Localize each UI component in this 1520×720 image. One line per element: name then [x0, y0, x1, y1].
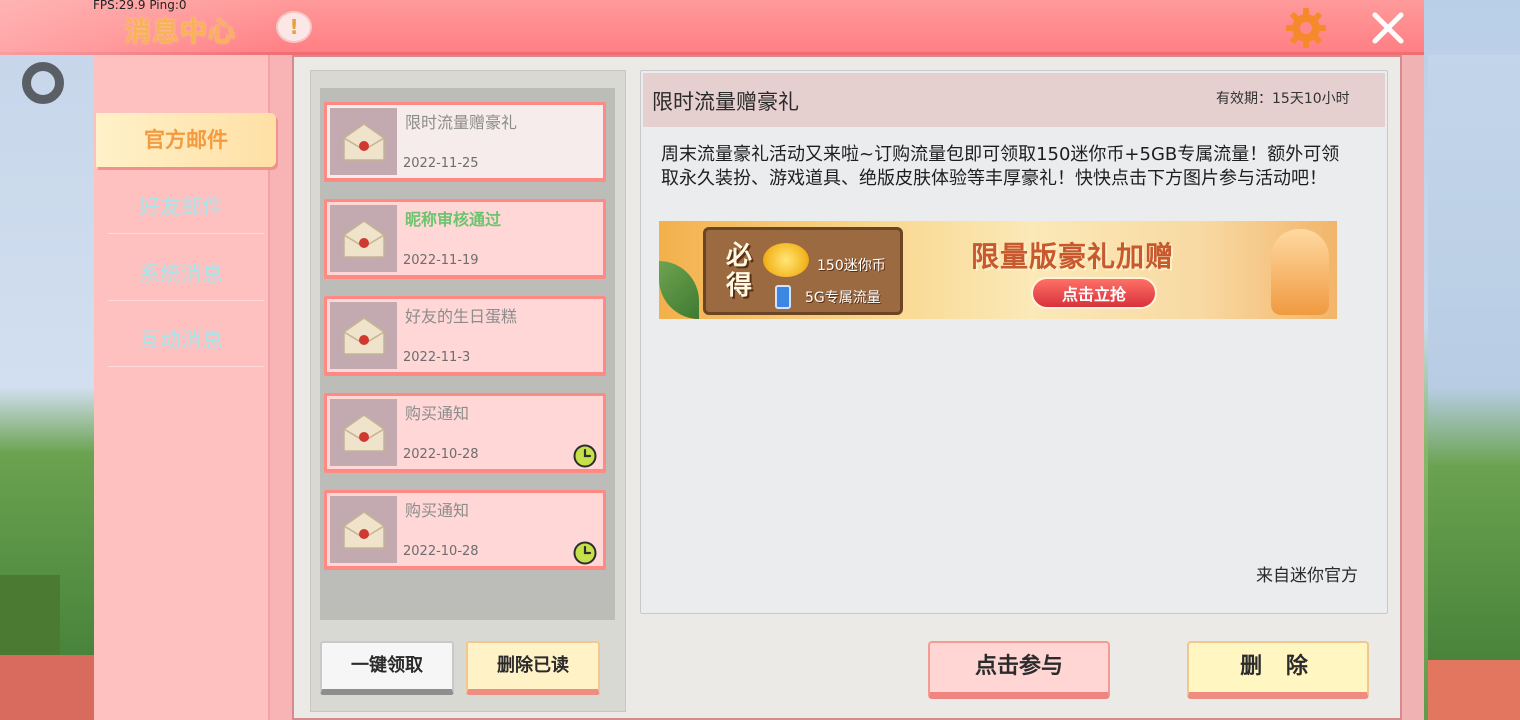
mail-sender: 来自迷你官方: [1256, 566, 1358, 586]
mail-thumbnail: [330, 302, 397, 369]
validity-label: 有效期：15天10小时: [1216, 91, 1350, 107]
floor-tile: [0, 655, 94, 720]
tab-divider: [108, 300, 264, 301]
game-background-left: [0, 55, 94, 720]
tab-system-message[interactable]: 系统消息: [94, 247, 268, 301]
banner-must-get: 必得: [725, 241, 752, 301]
tab-divider: [108, 233, 264, 234]
phone-icon: [775, 285, 791, 309]
tab-label: 官方邮件: [144, 128, 228, 152]
mail-date: 2022-11-3: [403, 350, 471, 365]
envelope-icon: [343, 317, 385, 355]
mail-detail-title: 限时流量赠豪礼: [652, 90, 799, 114]
banner-item-data: 5G专属流量: [805, 290, 881, 306]
banner-cta-button[interactable]: 点击立抢: [1031, 277, 1157, 309]
mail-subject: 购买通知: [405, 501, 470, 520]
mail-item[interactable]: 限时流量赠豪礼 2022-11-25: [324, 102, 606, 182]
floor-tile: [1428, 660, 1520, 720]
mail-item[interactable]: 昵称审核通过 2022-11-19: [324, 199, 606, 279]
envelope-icon: [343, 220, 385, 258]
banner-item-coins: 150迷你币: [817, 258, 886, 274]
mail-item[interactable]: 购买通知 2022-10-28: [324, 490, 606, 570]
envelope-icon: [343, 123, 385, 161]
envelope-icon: [343, 414, 385, 452]
tab-divider: [108, 366, 264, 367]
collect-all-button[interactable]: 一键领取: [320, 641, 454, 695]
leaf-decoration: [659, 261, 699, 319]
mail-subject: 购买通知: [405, 404, 470, 423]
delete-read-button[interactable]: 删除已读: [466, 641, 600, 695]
header-bar: FPS:29.9 Ping:0 消息中心 !: [0, 0, 1424, 55]
banner-headline: 限量版豪礼加赠: [971, 240, 1175, 273]
delete-button[interactable]: 删 除: [1187, 641, 1369, 699]
game-background-right: [1428, 55, 1520, 720]
tab-official-mail[interactable]: 官方邮件: [96, 113, 276, 167]
mail-thumbnail: [330, 205, 397, 272]
mail-date: 2022-11-25: [403, 156, 479, 171]
mail-date: 2022-10-28: [403, 447, 479, 462]
mail-subject: 昵称审核通过: [405, 210, 502, 229]
panel-edge: [1402, 55, 1424, 720]
clock-icon: [573, 541, 597, 565]
coins-icon: [763, 243, 809, 277]
tab-interaction-message[interactable]: 互动消息: [94, 313, 268, 367]
character-illustration: [1271, 229, 1329, 315]
close-icon[interactable]: [1370, 10, 1406, 46]
mail-item[interactable]: 购买通知 2022-10-28: [324, 393, 606, 473]
tab-label: 好友邮件: [139, 195, 223, 219]
alert-icon[interactable]: !: [276, 11, 312, 43]
mail-thumbnail: [330, 496, 397, 563]
mail-subject: 限时流量赠豪礼: [405, 113, 518, 132]
mail-date: 2022-11-19: [403, 253, 479, 268]
clock-icon: [573, 444, 597, 468]
join-button[interactable]: 点击参与: [928, 641, 1110, 699]
tab-label: 互动消息: [139, 328, 223, 352]
promo-banner[interactable]: 必得 150迷你币 5G专属流量 限量版豪礼加赠 点击立抢: [659, 221, 1337, 319]
page-title: 消息中心: [124, 17, 236, 48]
mail-subject: 好友的生日蛋糕: [405, 307, 518, 326]
mail-thumbnail: [330, 399, 397, 466]
joystick-ring-icon[interactable]: [22, 62, 64, 104]
tab-friend-mail[interactable]: 好友邮件: [94, 180, 268, 234]
tab-label: 系统消息: [139, 262, 223, 286]
mail-thumbnail: [330, 108, 397, 175]
mail-date: 2022-10-28: [403, 544, 479, 559]
mail-item[interactable]: 好友的生日蛋糕 2022-11-3: [324, 296, 606, 376]
gear-icon[interactable]: [1284, 6, 1328, 50]
envelope-icon: [343, 511, 385, 549]
mail-body-text: 周末流量豪礼活动又来啦~订购流量包即可领取150迷你币+5GB专属流量！额外可领…: [661, 144, 1340, 189]
